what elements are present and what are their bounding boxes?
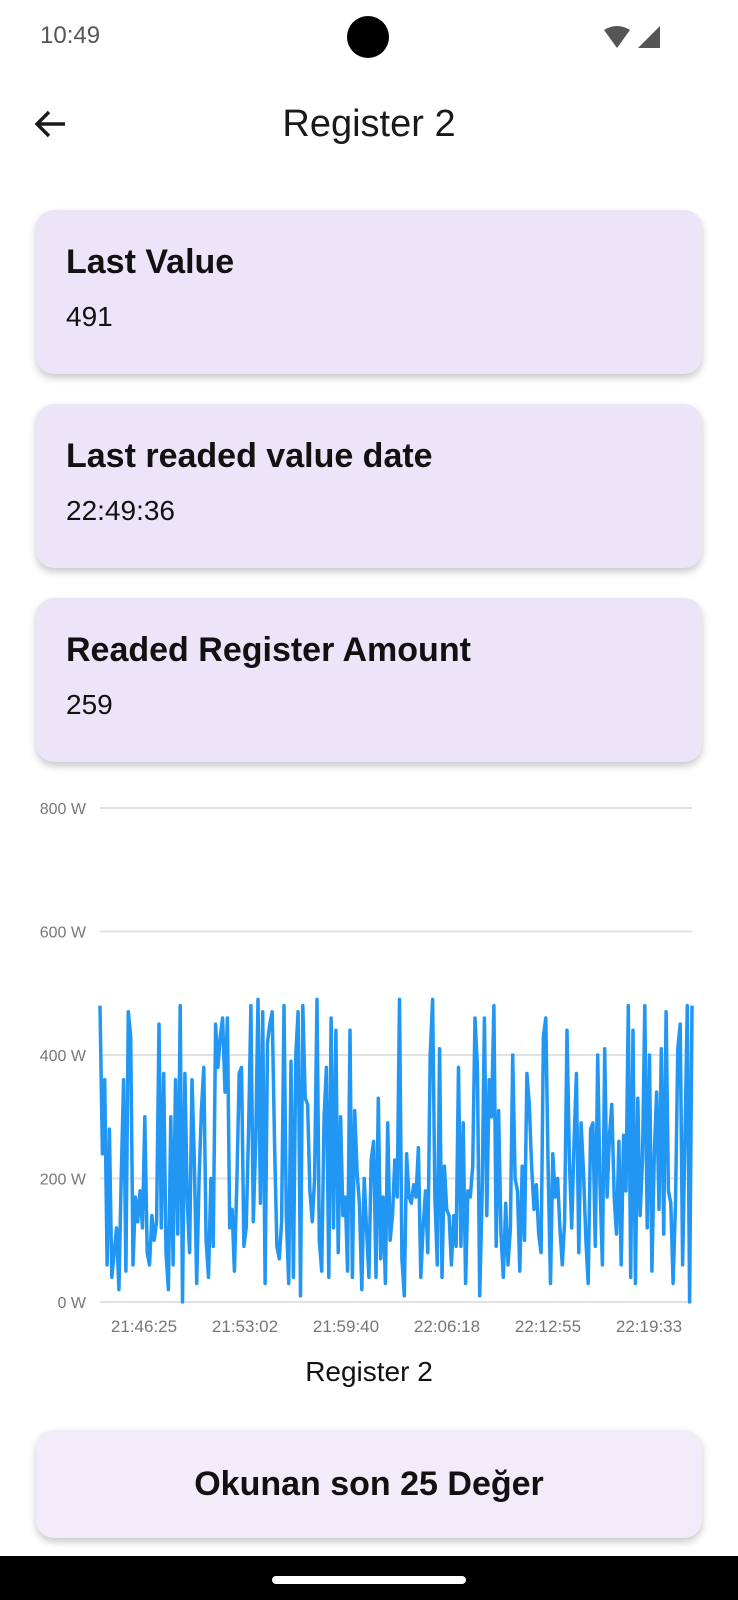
app-bar: Register 2 [0, 86, 738, 162]
x-tick-label: 21:59:40 [313, 1317, 379, 1336]
x-tick-label: 21:46:25 [111, 1317, 177, 1336]
card-value: 22:49:36 [66, 495, 175, 526]
y-tick-label: 0 W [58, 1295, 87, 1312]
x-tick-label: 21:53:02 [212, 1317, 278, 1336]
register-amount-card: Readed Register Amount 259 [36, 598, 702, 762]
card-title: Readed Register Amount [66, 631, 471, 669]
last-value-card: Last Value 491 [36, 210, 702, 374]
status-icons [602, 26, 662, 50]
line-chart: 800 W 600 W 400 W 200 W 0 W 21:46:25 21:53:02 2… [0, 780, 738, 1400]
x-tick-label: 22:19:33 [616, 1317, 682, 1336]
last-25-values-button[interactable]: Okunan son 25 Değer [36, 1430, 702, 1538]
chart-svg: 800 W 600 W 400 W 200 W 0 W 21:46:25 21:53:02 2… [40, 801, 694, 1336]
card-title: Last readed value date [66, 437, 433, 475]
status-bar: 10:49 [0, 0, 738, 76]
wifi-icon [604, 26, 630, 48]
chart-title: Register 2 [305, 1356, 433, 1387]
last-date-card: Last readed value date 22:49:36 [36, 404, 702, 568]
card-title: Last Value [66, 243, 235, 281]
page-title: Register 2 [282, 103, 456, 145]
camera-cutout [347, 16, 389, 58]
status-time: 10:49 [40, 22, 101, 49]
home-handle[interactable] [272, 1576, 466, 1584]
y-tick-label: 800 W [40, 801, 87, 818]
navigation-bar [0, 1556, 738, 1600]
card-value: 491 [66, 301, 113, 332]
x-tick-label: 22:06:18 [414, 1317, 480, 1336]
x-tick-label: 22:12:55 [515, 1317, 581, 1336]
y-tick-label: 200 W [40, 1172, 87, 1189]
series-line [98, 997, 694, 1304]
cellular-signal-icon [638, 26, 660, 48]
card-value: 259 [66, 689, 113, 720]
y-tick-label: 600 W [40, 925, 87, 942]
y-tick-label: 400 W [40, 1048, 87, 1065]
